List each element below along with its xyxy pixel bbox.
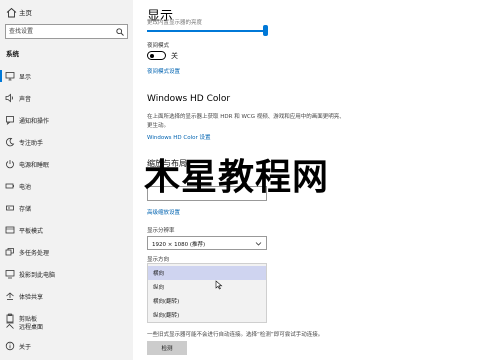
- storage-icon: [5, 203, 15, 213]
- nav-item-label: 专注助手: [19, 140, 44, 147]
- nav-item-label: 电池: [19, 184, 32, 191]
- nav-home-label: 主页: [19, 9, 32, 17]
- resolution-label: 显示分辨率: [147, 228, 175, 234]
- chevron-down-icon: [255, 240, 262, 247]
- brightness-slider-track[interactable]: [147, 30, 265, 32]
- hdr-settings-link[interactable]: Windows HD Color 设置: [147, 133, 211, 141]
- advanced-scaling-link[interactable]: 高级缩放设置: [147, 208, 180, 216]
- power-icon: [5, 159, 15, 169]
- orientation-option-portrait-flipped[interactable]: 纵向(翻转): [148, 308, 266, 322]
- detect-button[interactable]: 检测: [147, 341, 187, 355]
- search-box[interactable]: [5, 24, 128, 39]
- share-icon: [5, 291, 15, 301]
- nav-item-label: 存储: [19, 206, 32, 213]
- resolution-value: 1920 × 1080 (推荐): [152, 242, 206, 248]
- moon-icon: [5, 137, 15, 147]
- nav-item-label: 通知和操作: [19, 118, 50, 125]
- nav-item-battery[interactable]: 电池: [0, 176, 133, 196]
- project-icon: [5, 269, 15, 279]
- nav-item-shared-experiences[interactable]: 体验共享: [0, 286, 133, 306]
- notification-icon: [5, 115, 15, 125]
- nav-item-label: 远程桌面: [19, 324, 44, 331]
- nav-item-label: 体验共享: [19, 294, 44, 301]
- resolution-dropdown[interactable]: 1920 × 1080 (推荐): [147, 236, 267, 250]
- hdr-description: 在上面所选择的显示器上获取 HDR 和 WCG 视频、游戏和应用中的画面更明亮、…: [147, 114, 345, 129]
- nav-item-remote-desktop[interactable]: 远程桌面: [0, 316, 133, 336]
- nav-item-label: 显示: [19, 74, 32, 81]
- search-icon[interactable]: [116, 28, 124, 36]
- nav-item-storage[interactable]: 存储: [0, 198, 133, 218]
- option-label: 纵向: [153, 285, 165, 291]
- speaker-icon: [5, 93, 15, 103]
- home-icon: [6, 7, 17, 18]
- nav-item-notifications[interactable]: 通知和操作: [0, 110, 133, 130]
- night-light-toggle[interactable]: [147, 51, 166, 60]
- nav-item-project-to-pc[interactable]: 投影到此电脑: [0, 264, 133, 284]
- nav-item-display[interactable]: 显示: [0, 66, 133, 86]
- nav-item-label: 多任务处理: [19, 250, 50, 257]
- monitor-icon: [5, 71, 15, 81]
- detect-description: 一些旧式显示器可能不会进行自动连接。选择“检测”即可尝试手动连接。: [147, 332, 324, 338]
- night-light-label: 夜间模式: [147, 43, 170, 49]
- watermark: 木星教程网: [144, 157, 330, 198]
- orientation-label: 显示方向: [147, 257, 170, 263]
- nav-item-label: 平板模式: [19, 228, 44, 235]
- option-label: 纵向(翻转): [153, 313, 180, 319]
- battery-icon: [5, 181, 15, 191]
- nav-item-sound[interactable]: 声音: [0, 88, 133, 108]
- nav-item-label: 声音: [19, 96, 32, 103]
- hdr-heading: Windows HD Color: [147, 94, 231, 104]
- nav-item-power-sleep[interactable]: 电源和睡眠: [0, 154, 133, 174]
- nav-selection-indicator: [0, 70, 2, 82]
- nav-item-label: 投影到此电脑: [19, 272, 56, 279]
- remote-desktop-icon: [5, 321, 15, 331]
- option-label: 横向: [153, 271, 165, 277]
- nav-home[interactable]: 主页: [0, 2, 133, 22]
- nav-item-focus-assist[interactable]: 专注助手: [0, 132, 133, 152]
- nav-item-about[interactable]: 关于: [0, 336, 133, 356]
- option-label: 横向(翻转): [153, 299, 180, 305]
- orientation-option-landscape-flipped[interactable]: 横向(翻转): [148, 294, 266, 308]
- nav-item-multitasking[interactable]: 多任务处理: [0, 242, 133, 262]
- night-light-settings-link[interactable]: 夜间模式设置: [147, 67, 180, 75]
- orientation-option-landscape[interactable]: 横向: [148, 266, 266, 290]
- nav-item-label: 电源和睡眠: [19, 162, 50, 169]
- toggle-knob: [150, 53, 154, 58]
- nav-item-tablet-mode[interactable]: 平板模式: [0, 220, 133, 240]
- info-icon: [5, 341, 15, 351]
- nav-section-label: 系统: [6, 50, 19, 58]
- settings-nav-pane: 主页 系统 显示 声音 通知和操作 专注助手: [0, 0, 133, 360]
- nav-item-label: 关于: [19, 344, 32, 351]
- orientation-option-portrait[interactable]: 纵向: [148, 280, 266, 294]
- orientation-dropdown-list[interactable]: 横向 纵向 横向(翻转) 纵向(翻转): [147, 263, 267, 323]
- brightness-label: 更改内置显示器的亮度: [147, 20, 203, 26]
- search-input[interactable]: [6, 25, 114, 38]
- brightness-slider-thumb[interactable]: [262, 25, 268, 36]
- multitask-icon: [5, 247, 15, 257]
- tablet-icon: [5, 225, 15, 235]
- toggle-off-mark: 关: [171, 52, 178, 60]
